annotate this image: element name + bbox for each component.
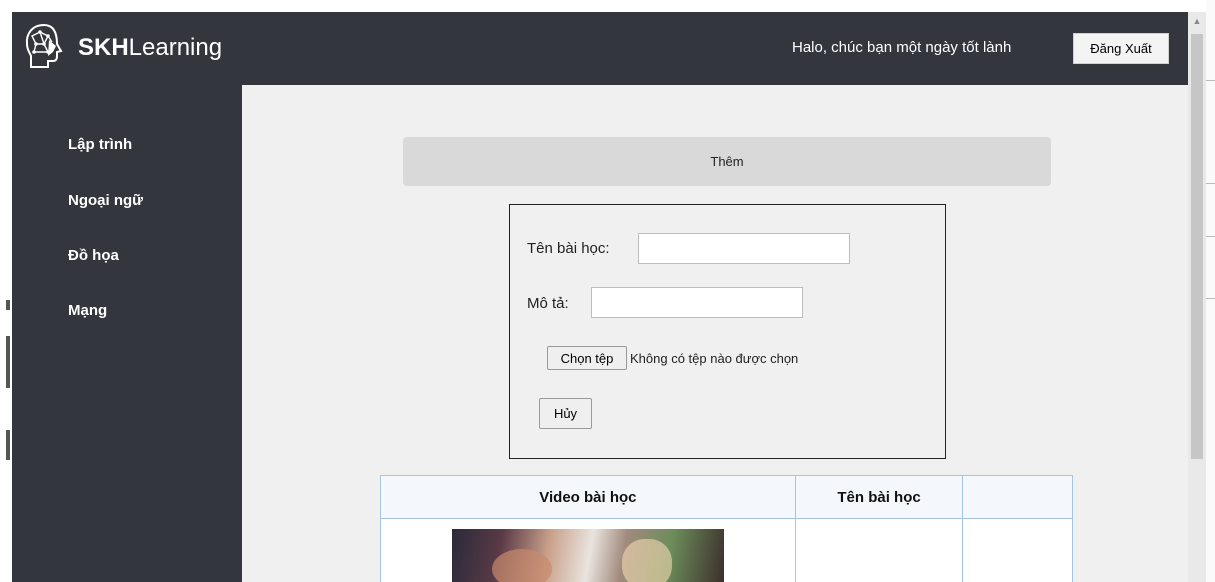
description-input[interactable] bbox=[591, 287, 803, 318]
brand-name[interactable]: SKHLearning bbox=[78, 34, 222, 62]
background-mark bbox=[6, 430, 10, 460]
column-header-video: Video bài học bbox=[380, 475, 796, 519]
lesson-name-input[interactable] bbox=[638, 233, 850, 264]
triangle-up-icon[interactable]: ▲ bbox=[1188, 12, 1206, 30]
scrollbar-thumb[interactable] bbox=[1191, 34, 1203, 459]
video-thumbnail[interactable] bbox=[452, 529, 724, 582]
background-window-left bbox=[0, 0, 12, 582]
add-lesson-form: Tên bài học: Mô tả: Chọn tệp Không có tệ… bbox=[509, 204, 946, 459]
no-file-text: Không có tệp nào được chọn bbox=[630, 351, 799, 366]
background-window-right bbox=[1206, 0, 1215, 582]
background-mark bbox=[6, 336, 10, 388]
logout-button[interactable]: Đăng Xuất bbox=[1073, 33, 1169, 64]
table-header-row: Video bài học Tên bài học bbox=[380, 475, 1073, 519]
sidebar-item-languages[interactable]: Ngoại ngữ bbox=[68, 192, 143, 209]
description-label: Mô tả: bbox=[527, 295, 569, 312]
brand-bold: SKH bbox=[78, 34, 129, 61]
add-label: Thêm bbox=[710, 154, 744, 169]
background-mark bbox=[6, 300, 10, 310]
lesson-name-label: Tên bài học: bbox=[527, 240, 610, 257]
greeting-text: Halo, chúc bạn một ngày tốt lành bbox=[792, 39, 1012, 56]
actions-cell bbox=[962, 518, 1073, 582]
brain-head-icon bbox=[25, 23, 63, 68]
sidebar-item-programming[interactable]: Lập trình bbox=[68, 136, 132, 153]
name-cell bbox=[794, 518, 964, 582]
brand-light: Learning bbox=[128, 34, 223, 61]
app-window: SKHLearning Halo, chúc bạn một ngày tốt … bbox=[12, 12, 1188, 582]
sidebar: Lập trình Ngoại ngữ Đồ họa Mạng bbox=[12, 85, 242, 582]
column-header-actions bbox=[962, 475, 1073, 519]
table-row bbox=[380, 518, 1073, 582]
main-content: Thêm Tên bài học: Mô tả: Chọn tệp Không … bbox=[242, 85, 1188, 582]
top-header: SKHLearning Halo, chúc bạn một ngày tốt … bbox=[12, 12, 1188, 85]
lessons-table: Video bài học Tên bài học bbox=[380, 475, 1073, 582]
add-toggle-bar[interactable]: Thêm bbox=[403, 137, 1051, 186]
sidebar-item-network[interactable]: Mạng bbox=[68, 302, 107, 319]
sidebar-item-graphics[interactable]: Đồ họa bbox=[68, 247, 119, 264]
vertical-scrollbar[interactable]: ▲ bbox=[1188, 12, 1206, 582]
video-cell bbox=[380, 518, 796, 582]
column-header-name: Tên bài học bbox=[794, 475, 964, 519]
choose-file-button[interactable]: Chọn tệp bbox=[547, 346, 627, 370]
cancel-button[interactable]: Hủy bbox=[539, 398, 592, 429]
